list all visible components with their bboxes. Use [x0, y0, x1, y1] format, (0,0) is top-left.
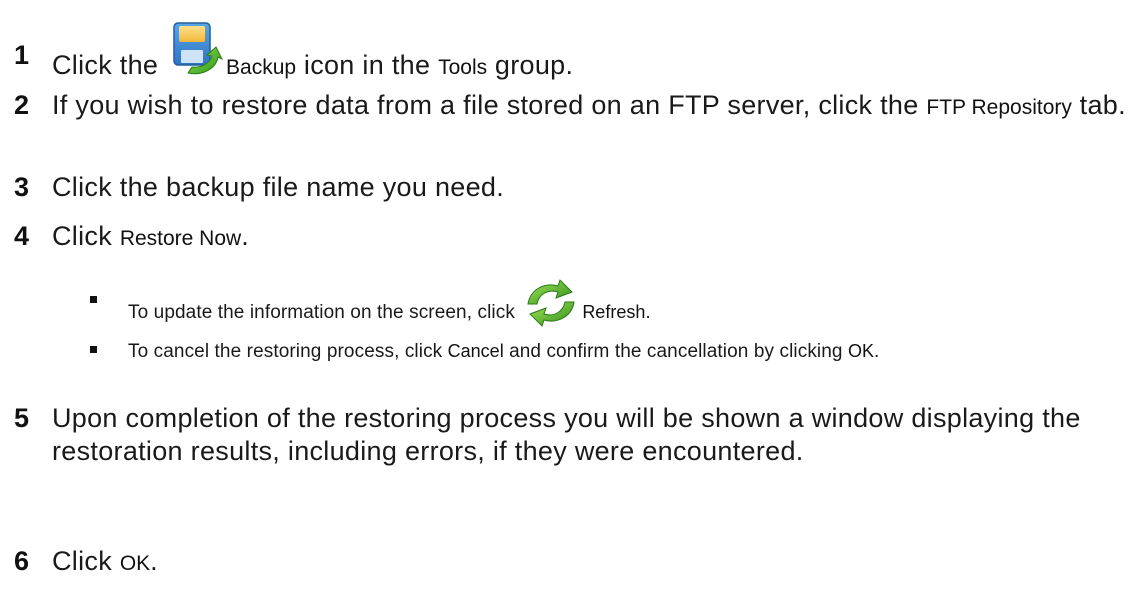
instructions-document: 1 Click the Backup icon in the Tools gro… — [0, 0, 1141, 591]
substep-text: To cancel the restoring process, click C… — [128, 341, 880, 362]
substep-refresh: To update the information on the screen,… — [80, 279, 1121, 338]
backup-floppy-icon — [166, 21, 226, 77]
step-text: Click Restore Now. — [52, 221, 250, 251]
step-number: 1 — [14, 40, 30, 70]
step-5: 5 Upon completion of the restoring proce… — [14, 402, 1131, 468]
refresh-arrows-icon — [520, 278, 582, 328]
bullet-marker — [90, 296, 97, 303]
step-2: 2 If you wish to restore data from a fil… — [14, 89, 1131, 124]
step-number: 5 — [14, 403, 30, 433]
step-number: 2 — [14, 90, 30, 120]
bullet-marker — [90, 346, 97, 353]
step-text: If you wish to restore data from a file … — [52, 90, 1126, 120]
step-text: Click the Backup icon in the Tools group… — [52, 22, 1131, 95]
step-number: 4 — [14, 221, 30, 251]
substep-cancel: To cancel the restoring process, click C… — [80, 338, 1121, 365]
step-6: 6 Click OK. — [14, 545, 1131, 580]
step-number: 3 — [14, 172, 30, 202]
step-3: 3 Click the backup file name you need. — [14, 171, 1131, 204]
step-number: 6 — [14, 546, 30, 576]
step-4: 4 Click Restore Now. — [14, 220, 1131, 255]
substep-text: To update the information on the screen,… — [128, 279, 1121, 338]
step-text: Click OK. — [52, 546, 158, 576]
step-text: Upon completion of the restoring process… — [52, 403, 1081, 466]
step-1: 1 Click the Backup icon in the Tools gro… — [14, 0, 1131, 80]
step-text: Click the backup file name you need. — [52, 172, 505, 202]
